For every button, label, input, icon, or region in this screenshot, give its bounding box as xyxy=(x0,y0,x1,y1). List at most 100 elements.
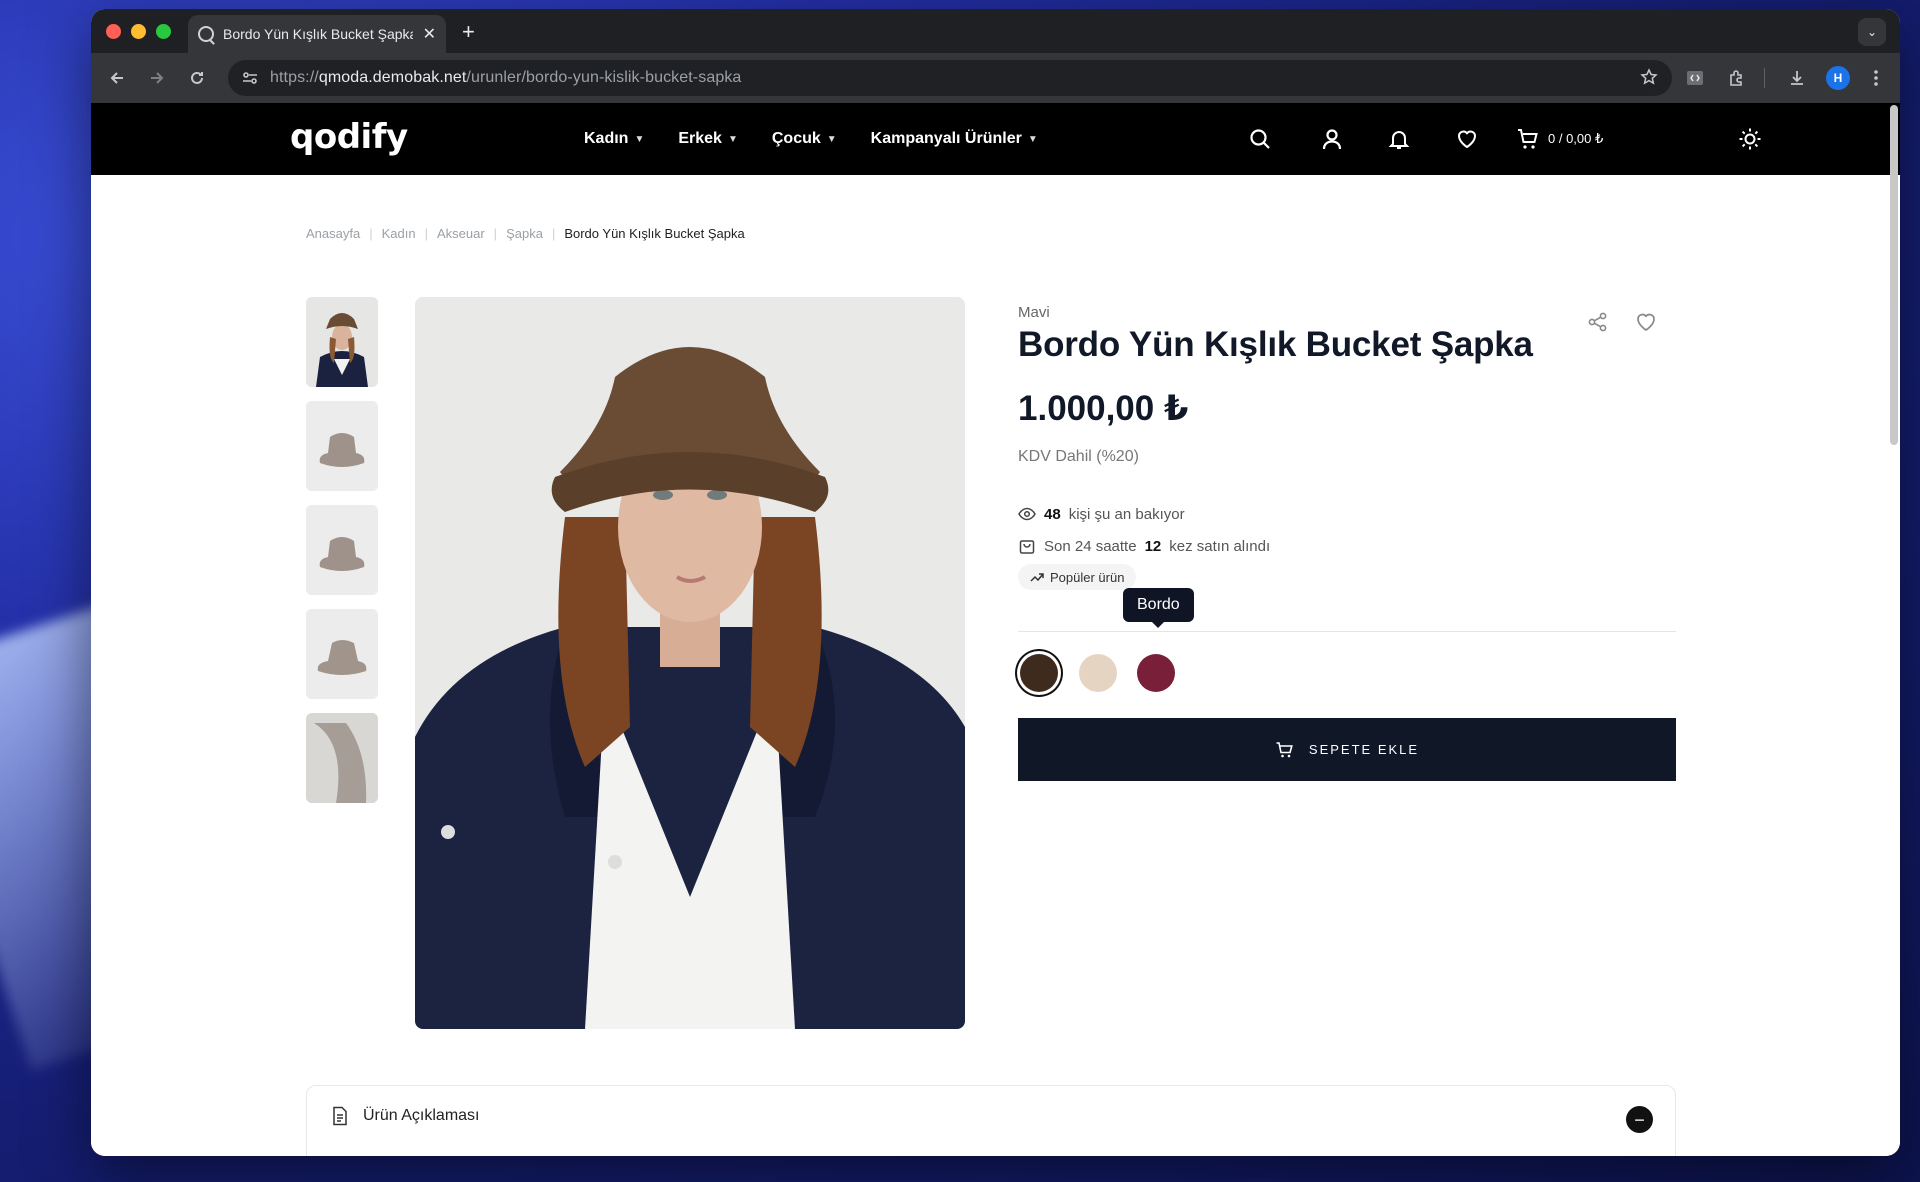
user-icon[interactable] xyxy=(1320,127,1344,151)
breadcrumb-separator: | xyxy=(424,226,428,241)
accordion-title: Ürün Açıklaması xyxy=(363,1107,480,1124)
tab-close-icon[interactable]: ✕ xyxy=(423,24,436,44)
cart-summary: 0 / 0,00 ₺ xyxy=(1548,131,1604,146)
browser-toolbar: https://qmoda.demobak.net/urunler/bordo-… xyxy=(91,53,1900,103)
document-icon xyxy=(333,1106,347,1126)
page-viewport: qodify Kadın ▼ Erkek ▼ Çocuk ▼ Kampanyalı Ü… xyxy=(91,103,1900,1156)
viewers-count: 48 xyxy=(1044,505,1061,523)
search-icon[interactable] xyxy=(1248,127,1272,151)
page-scrollbar[interactable] xyxy=(1890,105,1898,445)
profile-avatar[interactable]: H xyxy=(1826,66,1850,90)
url-path: /urunler/bordo-yun-kislik-bucket-sapka xyxy=(466,69,742,86)
product-thumbnail[interactable] xyxy=(306,401,378,491)
nav-item-cocuk[interactable]: Çocuk ▼ xyxy=(772,130,837,148)
tab-active[interactable]: Bordo Yün Kışlık Bucket Şapka ✕ xyxy=(188,15,446,53)
eye-icon xyxy=(1018,507,1036,521)
cart-icon xyxy=(1518,129,1538,149)
url-scheme: https:// xyxy=(270,69,319,86)
chevron-down-icon: ▼ xyxy=(634,133,645,145)
site-settings-icon[interactable] xyxy=(242,70,258,86)
cart-button[interactable]: 0 / 0,00 ₺ xyxy=(1516,127,1603,151)
breadcrumb-link[interactable]: Şapka xyxy=(506,226,543,241)
favicon-icon xyxy=(198,26,214,42)
browser-menu-icon[interactable] xyxy=(1864,66,1888,90)
nav-item-kampanyali[interactable]: Kampanyalı Ürünler ▼ xyxy=(871,130,1038,148)
extensions-puzzle-icon[interactable] xyxy=(1725,66,1749,90)
accordion-header[interactable]: Ürün Açıklaması xyxy=(331,1106,479,1126)
product-title: Bordo Yün Kışlık Bucket Şapka xyxy=(1018,325,1533,364)
section-divider xyxy=(1018,631,1676,632)
chevron-down-icon: ▼ xyxy=(1027,133,1038,145)
download-icon[interactable] xyxy=(1785,66,1809,90)
product-thumbnail[interactable] xyxy=(306,609,378,699)
nav-label: Kampanyalı Ürünler xyxy=(870,130,1022,147)
breadcrumb-link[interactable]: Anasayfa xyxy=(306,226,360,241)
window-controls xyxy=(106,24,171,39)
breadcrumb-separator: | xyxy=(551,226,556,241)
tab-strip: Bordo Yün Kışlık Bucket Şapka ✕ + ⌄ xyxy=(91,9,1900,53)
popular-badge-label: Popüler ürün xyxy=(1050,569,1125,585)
cart-icon xyxy=(1276,741,1293,757)
color-tooltip: Bordo xyxy=(1123,588,1194,628)
product-thumbnail[interactable] xyxy=(306,505,378,595)
site-header: qodify Kadın ▼ Erkek ▼ Çocuk ▼ Kampanyalı Ü… xyxy=(91,103,1900,175)
product-main-image[interactable] xyxy=(415,297,965,1029)
shopping-bag-icon xyxy=(1019,540,1035,554)
breadcrumb: Anasayfa | Kadın | Akseuar | Şapka | Bordo Y… xyxy=(306,226,745,241)
forward-arrow-icon[interactable] xyxy=(145,66,169,90)
breadcrumb-link[interactable]: Akseuar xyxy=(437,226,485,241)
add-to-cart-button[interactable]: SEPETE EKLE xyxy=(1018,718,1676,781)
viewers-text: kişi şu an bakıyor xyxy=(1068,505,1185,523)
devtools-extension-icon[interactable] xyxy=(1683,66,1707,90)
tab-search-chevron-icon[interactable]: ⌄ xyxy=(1858,18,1886,46)
site-logo[interactable]: qodify xyxy=(290,117,408,157)
minimize-window-button[interactable] xyxy=(131,24,146,39)
nav-label: Erkek xyxy=(678,130,722,147)
close-window-button[interactable] xyxy=(106,24,121,39)
color-swatch-bordo[interactable] xyxy=(1137,654,1175,692)
color-swatch-beige[interactable] xyxy=(1079,654,1117,692)
favorites-heart-icon[interactable] xyxy=(1455,127,1479,151)
address-bar[interactable]: https://qmoda.demobak.net/urunler/bordo-… xyxy=(228,60,1672,96)
bell-icon[interactable] xyxy=(1387,127,1411,151)
trending-up-icon xyxy=(1030,573,1044,582)
sold-suffix: kez satın alındı xyxy=(1169,537,1271,555)
product-price: 1.000,00 ₺ xyxy=(1018,389,1189,428)
url-host: qmoda.demobak.net xyxy=(318,69,467,86)
browser-window: Bordo Yün Kışlık Bucket Şapka ✕ + ⌄ http… xyxy=(91,9,1900,1156)
chevron-down-icon: ▼ xyxy=(826,133,837,145)
product-thumbnail[interactable] xyxy=(306,297,378,387)
sold-prefix: Son 24 saatte xyxy=(1044,537,1137,555)
thumbnail-list xyxy=(306,297,378,803)
color-swatch-brown[interactable] xyxy=(1020,654,1058,692)
breadcrumb-separator: | xyxy=(369,226,373,241)
product-thumbnail[interactable] xyxy=(306,713,378,803)
chevron-down-icon: ▼ xyxy=(727,133,738,145)
add-to-cart-label: SEPETE EKLE xyxy=(1308,742,1420,757)
bookmark-star-icon[interactable] xyxy=(1640,68,1658,91)
tab-title: Bordo Yün Kışlık Bucket Şapka xyxy=(223,26,413,42)
new-tab-plus-icon[interactable]: + xyxy=(462,19,475,45)
reload-icon[interactable] xyxy=(185,66,209,90)
viewers-stat: 48 kişi şu an bakıyor xyxy=(1018,505,1185,523)
share-icon[interactable] xyxy=(1587,311,1609,338)
breadcrumb-current: Bordo Yün Kışlık Bucket Şapka xyxy=(564,226,745,241)
nav-item-kadin[interactable]: Kadın ▼ xyxy=(584,130,644,148)
toolbar-divider xyxy=(1764,68,1765,88)
add-favorite-heart-icon[interactable] xyxy=(1634,310,1658,339)
maximize-window-button[interactable] xyxy=(156,24,171,39)
popular-badge: Popüler ürün xyxy=(1018,564,1137,590)
nav-label: Kadın xyxy=(584,130,629,147)
theme-sun-icon[interactable] xyxy=(1738,127,1762,151)
back-arrow-icon[interactable] xyxy=(105,66,129,90)
nav-label: Çocuk xyxy=(771,130,821,147)
product-description-accordion: Ürün Açıklaması − xyxy=(306,1085,1676,1156)
breadcrumb-link[interactable]: Kadın xyxy=(382,226,416,241)
collapse-toggle-button[interactable]: − xyxy=(1626,1106,1653,1133)
sales-stat: Son 24 saatte 12 kez satın alındı xyxy=(1018,537,1270,555)
sold-count: 12 xyxy=(1144,537,1162,555)
nav-item-erkek[interactable]: Erkek ▼ xyxy=(678,130,738,148)
vat-note: KDV Dahil (%20) xyxy=(1018,448,1139,465)
product-brand[interactable]: Mavi xyxy=(1018,304,1050,321)
url-text: https://qmoda.demobak.net/urunler/bordo-… xyxy=(270,69,741,87)
